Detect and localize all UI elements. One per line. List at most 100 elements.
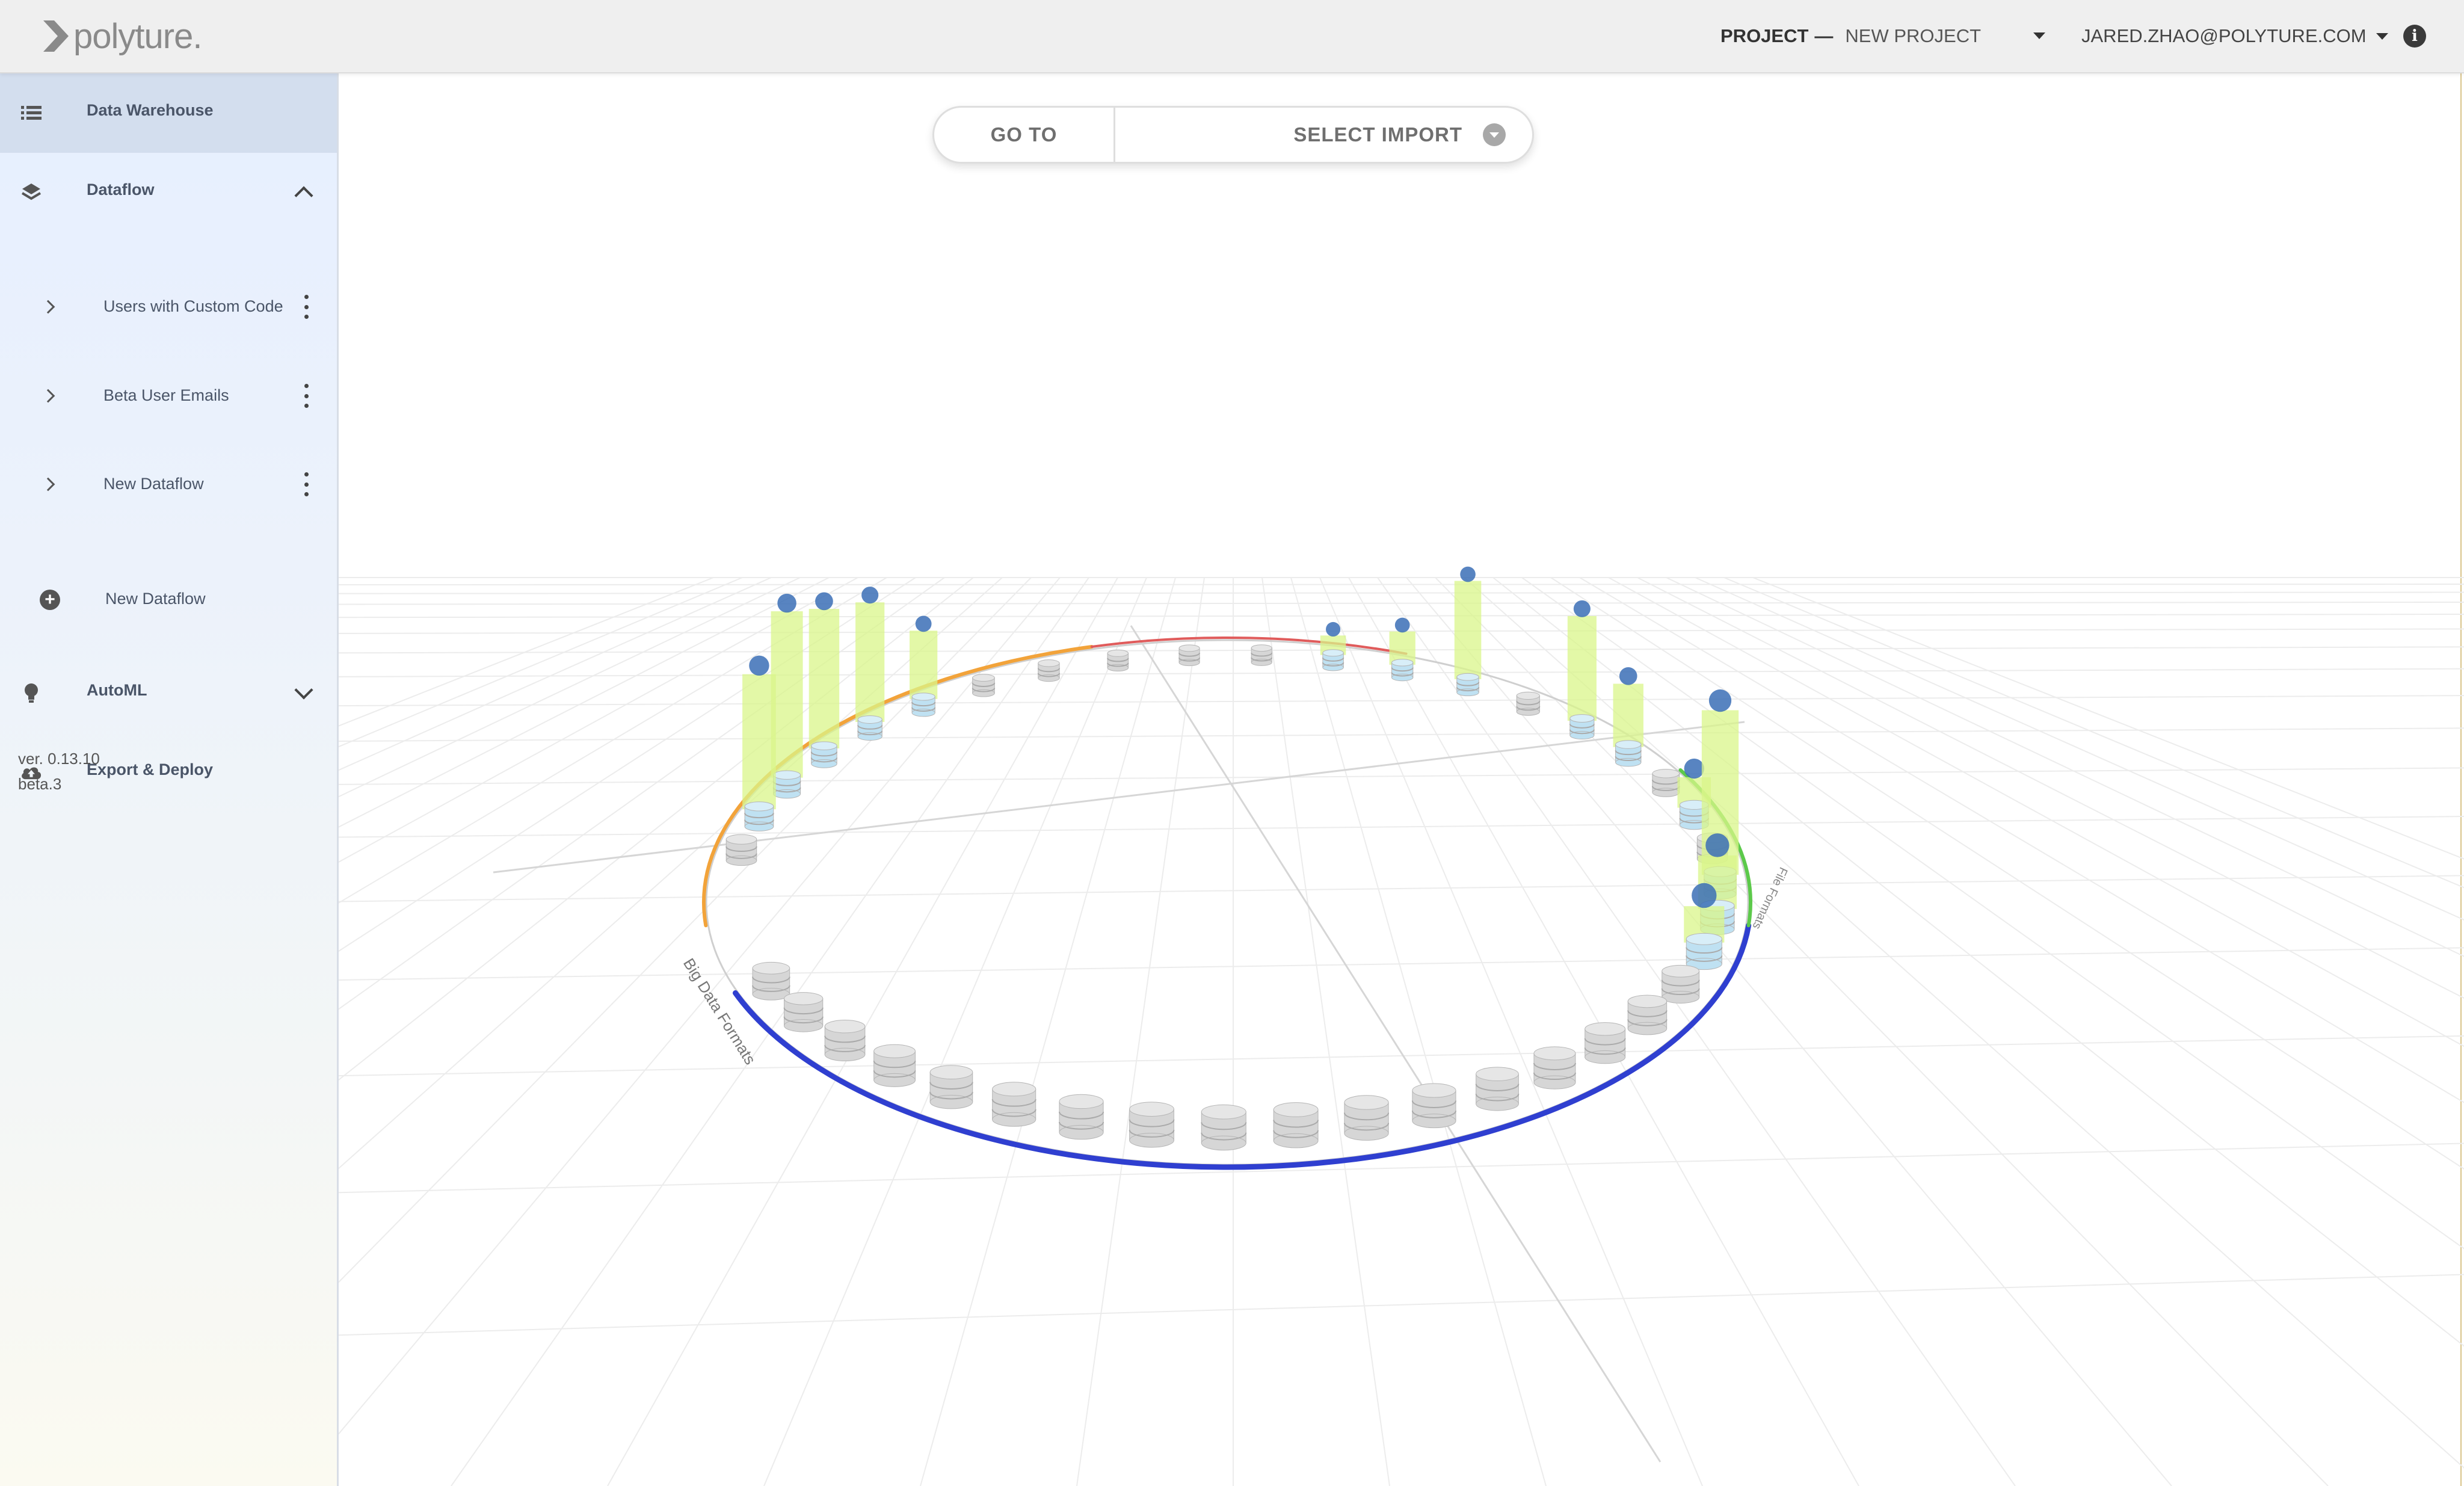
cylinder-top: [1533, 1046, 1576, 1061]
grid-line: [1290, 577, 1547, 1486]
polyture-logo[interactable]: polyture.: [41, 13, 202, 59]
source-logo-icon: [815, 592, 833, 611]
data-source-node: [1456, 673, 1480, 697]
cylinder-top: [1322, 649, 1344, 657]
data-source-node: [1058, 1094, 1104, 1140]
grid-line: [1752, 577, 2464, 860]
data-source-node: [972, 674, 996, 697]
cylinder-top: [1652, 769, 1680, 778]
sidebar-item-dataflow[interactable]: Dataflow: [0, 153, 337, 232]
grid-line: [339, 577, 1003, 1170]
user-dropdown-caret-icon: [2376, 32, 2388, 40]
cylinder-top: [1273, 1102, 1319, 1117]
data-source-node: [1584, 1022, 1626, 1064]
data-source-node: [873, 1044, 916, 1087]
top-bar: polyture. PROJECT — NEW PROJECT JARED.ZH…: [0, 0, 2464, 73]
dataflow-item[interactable]: Beta User Emails: [0, 366, 337, 426]
user-email: JARED.ZHAO@POLYTURE.COM: [2081, 25, 2367, 46]
dataflow-label: Users with Custom Code: [103, 297, 283, 315]
add-circle-icon: +: [40, 590, 60, 610]
data-source-3d-scene[interactable]: Big Data Formats File Formats: [339, 73, 2464, 1486]
data-source-node: [810, 741, 838, 768]
grid-line: [339, 875, 2464, 902]
logo-chevron-icon: [43, 20, 69, 52]
source-logo-icon: [1394, 617, 1410, 633]
grid-line: [339, 584, 2464, 585]
cylinder-top: [1516, 691, 1540, 700]
project-dropdown-caret-icon[interactable]: [2033, 32, 2045, 39]
cylinder-top: [752, 961, 790, 975]
data-source-node: [1322, 649, 1344, 671]
sidebar-item-data-warehouse[interactable]: Data Warehouse: [0, 73, 337, 153]
active-column: [1613, 683, 1643, 747]
data-source-node: [1391, 659, 1414, 682]
project-dash: —: [1814, 25, 1834, 46]
active-column: [910, 630, 938, 699]
cylinder-top: [992, 1082, 1036, 1097]
chevron-right-icon[interactable]: [41, 477, 55, 492]
chevron-down-icon[interactable]: [294, 680, 313, 700]
source-logo-icon: [1684, 758, 1704, 779]
data-source-node: [744, 801, 774, 831]
select-import-dropdown[interactable]: SELECT IMPORT: [1115, 108, 1532, 162]
cylinder-top: [824, 1020, 866, 1034]
chevron-up-icon[interactable]: [294, 186, 313, 205]
sidebar-item-automl[interactable]: AutoML: [0, 653, 337, 733]
data-source-node: [1686, 933, 1723, 970]
cylinder-top: [725, 834, 757, 845]
data-source-node: [824, 1020, 866, 1061]
cylinder-top: [811, 741, 837, 750]
cylinder-top: [1627, 994, 1668, 1008]
grid-line: [339, 591, 2464, 594]
info-icon[interactable]: i: [2403, 25, 2426, 48]
project-name: NEW PROJECT: [1845, 25, 1982, 46]
source-logo-icon: [749, 655, 769, 676]
new-dataflow-button[interactable]: + New Dataflow: [0, 573, 337, 627]
new-dataflow-label: New Dataflow: [105, 590, 206, 608]
data-source-node: [1037, 659, 1061, 682]
data-source-node: [1516, 691, 1541, 716]
user-menu[interactable]: JARED.ZHAO@POLYTURE.COM: [2081, 0, 2388, 72]
source-logo-icon: [1705, 833, 1729, 857]
version-tag: beta.3: [18, 775, 62, 793]
data-source-node: [772, 770, 801, 799]
cylinder-top: [911, 692, 935, 701]
data-source-node: [857, 715, 883, 741]
data-source-node: [1107, 649, 1129, 671]
select-import-label: SELECT IMPORT: [1293, 123, 1462, 146]
data-source-nodes[interactable]: [725, 566, 1739, 1151]
chevron-right-icon[interactable]: [41, 389, 55, 403]
dataflow-label: New Dataflow: [103, 475, 204, 493]
lightbulb-icon: [20, 682, 42, 704]
more-vert-icon[interactable]: [304, 384, 309, 408]
data-source-node: [725, 834, 757, 866]
more-vert-icon[interactable]: [304, 295, 309, 319]
active-column: [742, 674, 776, 810]
logo-text: polyture.: [73, 16, 202, 56]
go-to-button[interactable]: GO TO: [934, 108, 1115, 162]
dataflow-label: Beta User Emails: [103, 386, 229, 404]
cylinder-top: [773, 770, 801, 780]
data-source-node: [1475, 1067, 1520, 1111]
active-column: [1567, 615, 1597, 721]
source-logo-icon: [861, 587, 879, 604]
active-column: [808, 609, 840, 748]
cylinder-top: [1201, 1104, 1246, 1120]
cylinder-top: [1344, 1095, 1389, 1110]
dataflow-item[interactable]: Users with Custom Code: [0, 277, 337, 337]
cylinder-top: [1059, 1094, 1104, 1109]
project-selector[interactable]: PROJECT — NEW PROJECT: [1720, 0, 1981, 72]
cylinder-top: [1686, 933, 1722, 945]
data-source-node: [1273, 1102, 1319, 1148]
grid-line: [920, 577, 1176, 1486]
dataflow-item[interactable]: New Dataflow: [0, 454, 337, 514]
data-source-node: [1201, 1104, 1247, 1151]
project-label: PROJECT: [1720, 25, 1809, 46]
source-logo-icon: [777, 593, 796, 613]
cylinder-top: [1107, 649, 1129, 657]
grid-line: [339, 727, 2464, 742]
more-vert-icon[interactable]: [304, 472, 309, 496]
source-logo-icon: [915, 615, 932, 632]
data-source-node: [929, 1065, 973, 1109]
chevron-right-icon[interactable]: [41, 300, 55, 314]
